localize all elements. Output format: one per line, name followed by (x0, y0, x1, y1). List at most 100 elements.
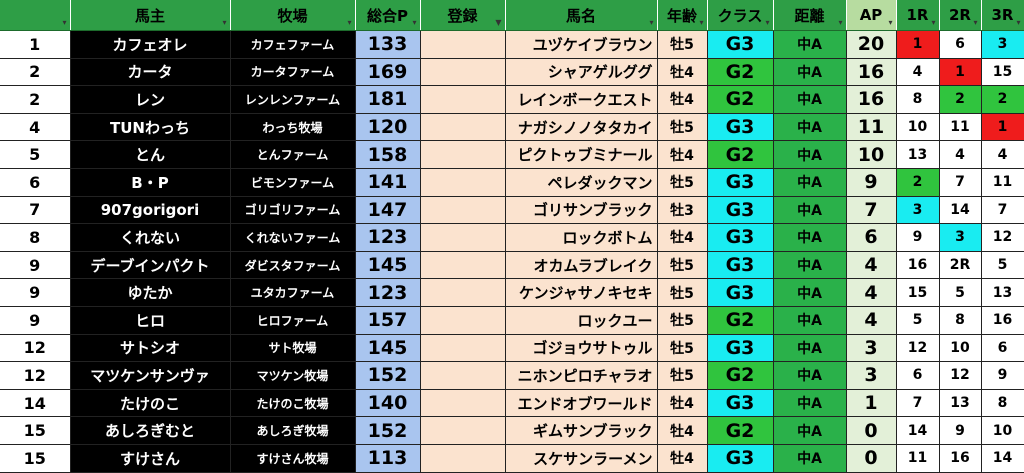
register-cell[interactable] (420, 58, 506, 87)
table-row[interactable]: 8 くれない くれないファーム 123 ロックボトム 牡4 G3 中A 6 9 3 12 (0, 223, 1024, 252)
r3-cell[interactable]: 13 (981, 278, 1024, 307)
points-cell[interactable]: 152 (355, 361, 421, 390)
age-cell[interactable]: 牡4 (657, 140, 708, 169)
points-cell[interactable]: 157 (355, 306, 421, 335)
r2-cell[interactable]: 5 (939, 278, 982, 307)
filter-dropdown-icon[interactable]: ▾ (931, 18, 935, 27)
register-cell[interactable] (420, 416, 506, 445)
points-cell[interactable]: 169 (355, 58, 421, 87)
r2-cell[interactable]: 12 (939, 361, 982, 390)
rank-cell[interactable]: 9 (0, 306, 71, 335)
r3-cell[interactable]: 1 (981, 113, 1024, 142)
register-cell[interactable] (420, 30, 506, 59)
owner-cell[interactable]: デーブインパクト (70, 251, 231, 280)
r1-cell[interactable]: 10 (896, 113, 940, 142)
age-cell[interactable]: 牡3 (657, 196, 708, 225)
class-cell[interactable]: G2 (707, 361, 774, 390)
distance-cell[interactable]: 中A (773, 113, 847, 142)
register-cell[interactable] (420, 168, 506, 197)
owner-cell[interactable]: とん (70, 140, 231, 169)
r2-cell[interactable]: 13 (939, 389, 982, 418)
r3-cell[interactable]: 12 (981, 223, 1024, 252)
header-horse[interactable]: 馬名 ▾ (505, 0, 658, 31)
filter-dropdown-icon[interactable]: ▾ (699, 18, 703, 27)
farm-cell[interactable]: ヒロファーム (230, 306, 356, 335)
header-farm[interactable]: 牧場 ▾ (230, 0, 356, 31)
distance-cell[interactable]: 中A (773, 416, 847, 445)
rank-cell[interactable]: 4 (0, 113, 71, 142)
r3-cell[interactable]: 16 (981, 306, 1024, 335)
class-cell[interactable]: G3 (707, 444, 774, 473)
r3-cell[interactable]: 8 (981, 389, 1024, 418)
horse-cell[interactable]: ケンジャサノキセキ (505, 278, 658, 307)
register-cell[interactable] (420, 113, 506, 142)
points-cell[interactable]: 141 (355, 168, 421, 197)
table-row[interactable]: 7 907gorigori ゴリゴリファーム 147 ゴリサンブラック 牡3 G3 中A 7 3 1… (0, 196, 1024, 225)
distance-cell[interactable]: 中A (773, 58, 847, 87)
horse-cell[interactable]: ゴジョウサトゥル (505, 334, 658, 363)
ap-cell[interactable]: 4 (846, 306, 897, 335)
r1-cell[interactable]: 7 (896, 389, 940, 418)
points-cell[interactable]: 152 (355, 416, 421, 445)
table-row[interactable]: 9 ゆたか ユタカファーム 123 ケンジャサノキセキ 牡5 G3 中A 4 15 5 13 (0, 278, 1024, 307)
rank-cell[interactable]: 2 (0, 58, 71, 87)
r1-cell[interactable]: 2 (896, 168, 940, 197)
owner-cell[interactable]: レン (70, 85, 231, 114)
register-cell[interactable] (420, 444, 506, 473)
owner-cell[interactable]: B・P (70, 168, 231, 197)
class-cell[interactable]: G2 (707, 416, 774, 445)
ap-cell[interactable]: 16 (846, 85, 897, 114)
rank-cell[interactable]: 9 (0, 278, 71, 307)
owner-cell[interactable]: サトシオ (70, 334, 231, 363)
header-r2[interactable]: 2R ▾ (939, 0, 982, 31)
age-cell[interactable]: 牡4 (657, 444, 708, 473)
r3-cell[interactable]: 6 (981, 334, 1024, 363)
register-cell[interactable] (420, 278, 506, 307)
rank-cell[interactable]: 15 (0, 444, 71, 473)
r2-cell[interactable]: 2R (939, 251, 982, 280)
rank-cell[interactable]: 9 (0, 251, 71, 280)
filter-dropdown-icon[interactable]: ▾ (1016, 18, 1020, 27)
register-cell[interactable] (420, 223, 506, 252)
r2-cell[interactable]: 10 (939, 334, 982, 363)
table-row[interactable]: 4 TUNわっち わっち牧場 120 ナガシノノタタカイ 牡5 G3 中A 11 10 11 1 (0, 113, 1024, 142)
farm-cell[interactable]: マツケン牧場 (230, 361, 356, 390)
r2-cell[interactable]: 11 (939, 113, 982, 142)
rank-cell[interactable]: 6 (0, 168, 71, 197)
points-cell[interactable]: 123 (355, 223, 421, 252)
class-cell[interactable]: G3 (707, 389, 774, 418)
register-cell[interactable] (420, 140, 506, 169)
header-owner[interactable]: 馬主 ▾ (70, 0, 231, 31)
farm-cell[interactable]: くれないファーム (230, 223, 356, 252)
horse-cell[interactable]: ユヅケイブラウン (505, 30, 658, 59)
distance-cell[interactable]: 中A (773, 196, 847, 225)
r3-cell[interactable]: 3 (981, 30, 1024, 59)
ap-cell[interactable]: 3 (846, 361, 897, 390)
r1-cell[interactable]: 8 (896, 85, 940, 114)
horse-cell[interactable]: シャアゲルググ (505, 58, 658, 87)
owner-cell[interactable]: カータ (70, 58, 231, 87)
horse-cell[interactable]: オカムラブレイク (505, 251, 658, 280)
r1-cell[interactable]: 12 (896, 334, 940, 363)
age-cell[interactable]: 牡5 (657, 168, 708, 197)
r3-cell[interactable]: 4 (981, 140, 1024, 169)
points-cell[interactable]: 145 (355, 334, 421, 363)
r3-cell[interactable]: 11 (981, 168, 1024, 197)
header-rank[interactable]: ▾ (0, 0, 71, 31)
filter-dropdown-icon[interactable]: ▾ (649, 18, 653, 27)
age-cell[interactable]: 牡5 (657, 361, 708, 390)
header-points[interactable]: 総合P ▾ (355, 0, 421, 31)
filter-dropdown-icon[interactable]: ▾ (412, 18, 416, 27)
table-row[interactable]: 9 ヒロ ヒロファーム 157 ロックユー 牡5 G2 中A 4 5 8 16 (0, 306, 1024, 335)
r2-cell[interactable]: 1 (939, 58, 982, 87)
owner-cell[interactable]: くれない (70, 223, 231, 252)
distance-cell[interactable]: 中A (773, 389, 847, 418)
age-cell[interactable]: 牡4 (657, 223, 708, 252)
rank-cell[interactable]: 14 (0, 389, 71, 418)
distance-cell[interactable]: 中A (773, 334, 847, 363)
owner-cell[interactable]: 907gorigori (70, 196, 231, 225)
horse-cell[interactable]: ペレダックマン (505, 168, 658, 197)
horse-cell[interactable]: ナガシノノタタカイ (505, 113, 658, 142)
age-cell[interactable]: 牡4 (657, 58, 708, 87)
class-cell[interactable]: G3 (707, 168, 774, 197)
